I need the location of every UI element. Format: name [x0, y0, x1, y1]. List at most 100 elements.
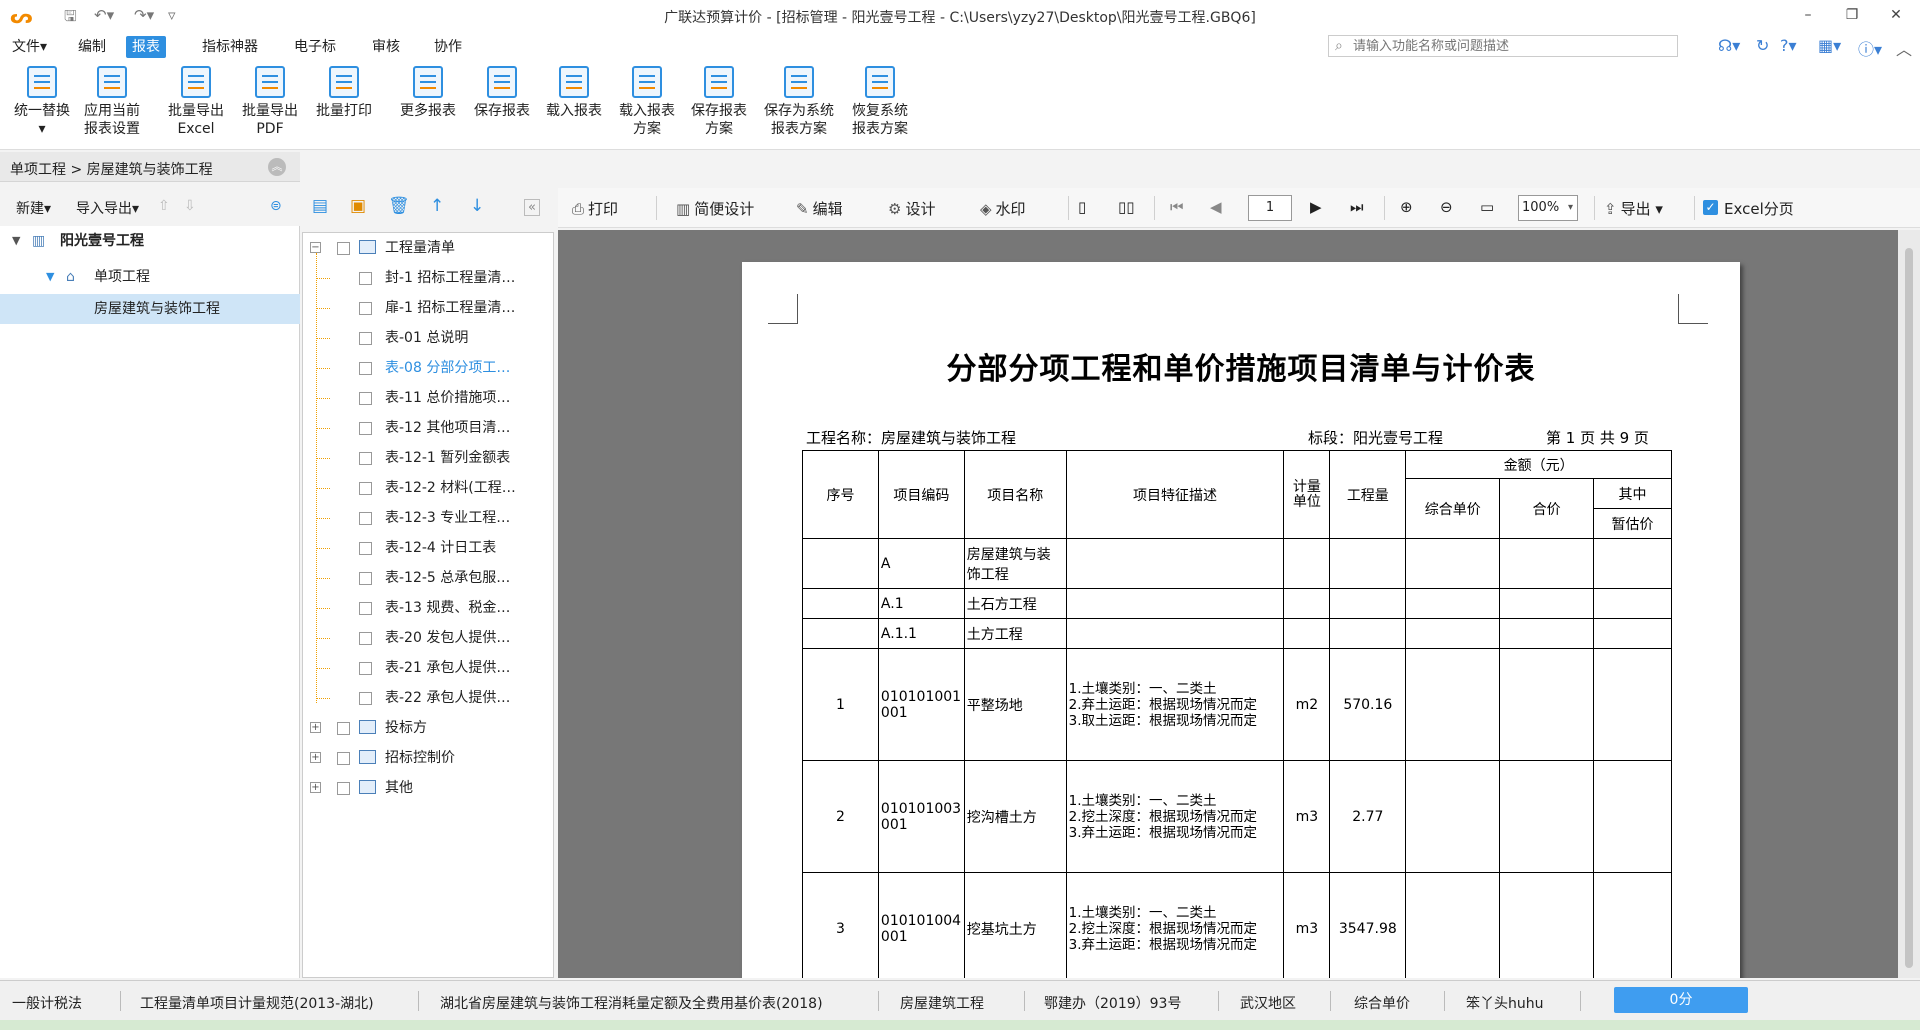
checkbox[interactable] [359, 692, 372, 705]
watermark-button[interactable]: ◈ 水印 [980, 198, 1026, 219]
collapse-icon[interactable]: − [310, 242, 321, 253]
checkbox[interactable] [359, 272, 372, 285]
new-button[interactable]: 新建▾ [16, 198, 51, 218]
report-group-bill[interactable]: − 工程量清单 [303, 233, 553, 263]
zoom-out-icon[interactable]: ⊖ [1440, 198, 1453, 216]
function-search[interactable]: ⌕ [1328, 35, 1678, 57]
batch-print-button[interactable]: 批量打印 [308, 64, 380, 148]
edit-button[interactable]: ✎ 编辑 [796, 198, 843, 219]
checkbox[interactable] [359, 662, 372, 675]
checkbox[interactable] [337, 782, 350, 795]
collapse-ribbon-icon[interactable]: ︿ [1896, 36, 1912, 60]
print-button[interactable]: ⎙ 打印 [572, 198, 618, 219]
info-icon[interactable]: ⓘ▾ [1858, 36, 1882, 60]
expand-down-icon[interactable]: ⊜ [270, 198, 282, 214]
expand-icon[interactable]: + [310, 722, 321, 733]
expand-icon[interactable]: + [310, 752, 321, 763]
next-page-icon[interactable]: ▶ [1310, 198, 1322, 216]
report-item[interactable]: 表-11 总价措施项… [303, 383, 553, 413]
report-group-bidder[interactable]: + 投标方 [303, 713, 553, 743]
checkbox[interactable] [359, 302, 372, 315]
arrow-down-icon[interactable]: ↓ [470, 196, 484, 216]
excel-paging-checkbox[interactable]: ✓ [1703, 200, 1718, 215]
save-report-button[interactable]: 保存报表 [466, 64, 538, 148]
load-report-scheme-button[interactable]: 载入报表 方案 [610, 64, 684, 148]
zoom-in-icon[interactable]: ⊕ [1400, 198, 1413, 216]
menu-e-bid[interactable]: 电子标 [288, 36, 342, 58]
menu-index-tool[interactable]: 指标神器 [196, 36, 264, 58]
checkbox[interactable] [359, 512, 372, 525]
report-item[interactable]: 表-12 其他项目清… [303, 413, 553, 443]
report-item[interactable]: 表-22 承包人提供… [303, 683, 553, 713]
menu-compile[interactable]: 编制 [72, 36, 112, 58]
single-page-icon[interactable]: ▯ [1078, 198, 1086, 216]
checkbox[interactable] [337, 752, 350, 765]
arrow-up-icon[interactable]: ↑ [430, 196, 444, 216]
batch-export-excel-button[interactable]: 批量导出 Excel [160, 64, 232, 148]
report-group-other[interactable]: + 其他 [303, 773, 553, 803]
checkbox[interactable] [359, 332, 372, 345]
restore-system-scheme-button[interactable]: 恢复系统 报表方案 [842, 64, 918, 148]
report-item[interactable]: 表-12-3 专业工程… [303, 503, 553, 533]
score-button[interactable]: 0分 [1614, 987, 1748, 1013]
refresh-icon[interactable]: ↻ [1756, 36, 1769, 55]
menu-report[interactable]: 报表 [126, 36, 166, 58]
save-report-scheme-button[interactable]: 保存报表 方案 [682, 64, 756, 148]
menu-collaborate[interactable]: 协作 [428, 36, 468, 58]
vertical-scrollbar[interactable] [1898, 230, 1920, 978]
checkbox[interactable] [359, 632, 372, 645]
restore-button[interactable]: ❐ [1838, 4, 1866, 26]
apps-grid-icon[interactable]: ▦▾ [1818, 36, 1841, 55]
import-export-button[interactable]: 导入导出▾ [76, 198, 139, 218]
more-reports-button[interactable]: 更多报表 [392, 64, 464, 148]
tree-single-project[interactable]: ▼ ⌂ 单项工程 [0, 262, 300, 292]
delete-icon[interactable]: 🗑 [388, 196, 410, 216]
report-item[interactable]: 表-13 规费、税金… [303, 593, 553, 623]
search-input[interactable] [1353, 37, 1673, 55]
last-page-icon[interactable]: ⏭ [1350, 198, 1364, 216]
apply-report-settings-button[interactable]: 应用当前 报表设置 [76, 64, 148, 148]
checkbox[interactable] [359, 362, 372, 375]
move-down-icon[interactable]: ⇩ [184, 198, 196, 214]
collapse-up-icon[interactable]: ︽ [268, 158, 286, 176]
export-button[interactable]: ⇪ 导出 ▾ [1604, 198, 1663, 219]
fit-page-icon[interactable]: ▭ [1480, 198, 1494, 216]
tree-root[interactable]: ▼ ▥ 阳光壹号工程 [0, 226, 300, 256]
checkbox[interactable] [359, 392, 372, 405]
report-item[interactable]: 表-12-4 计日工表 [303, 533, 553, 563]
batch-export-pdf-button[interactable]: 批量导出 PDF [234, 64, 306, 148]
report-item[interactable]: 表-20 发包人提供… [303, 623, 553, 653]
checkbox[interactable] [337, 242, 350, 255]
design-button[interactable]: ⚙ 设计 [888, 198, 935, 219]
save-as-system-scheme-button[interactable]: 保存为系统 报表方案 [756, 64, 842, 148]
prev-page-icon[interactable]: ◀ [1210, 198, 1222, 216]
tree-building-works[interactable]: 房屋建筑与装饰工程 [0, 294, 300, 324]
report-group-control-price[interactable]: + 招标控制价 [303, 743, 553, 773]
minimize-button[interactable]: – [1794, 4, 1822, 26]
checkbox[interactable] [359, 422, 372, 435]
page-number-input[interactable]: 1 [1248, 195, 1292, 221]
report-item[interactable]: 封-1 招标工程量清… [303, 263, 553, 293]
menu-audit[interactable]: 审核 [366, 36, 406, 58]
checkbox[interactable] [359, 572, 372, 585]
scroll-thumb[interactable] [1905, 248, 1913, 968]
checkbox[interactable] [359, 542, 372, 555]
first-page-icon[interactable]: ⏮ [1170, 198, 1184, 216]
report-item[interactable]: 表-08 分部分项工… [303, 353, 553, 383]
easy-design-button[interactable]: ▥ 简便设计 [676, 198, 754, 219]
checkbox[interactable] [359, 452, 372, 465]
add-report-icon[interactable]: ▤ [312, 196, 328, 216]
checkbox[interactable] [359, 482, 372, 495]
report-item[interactable]: 表-12-1 暂列金额表 [303, 443, 553, 473]
report-item[interactable]: 扉-1 招标工程量清… [303, 293, 553, 323]
collapse-left-icon[interactable]: « [524, 199, 540, 216]
close-button[interactable]: ✕ [1882, 4, 1910, 26]
report-item[interactable]: 表-12-5 总承包服… [303, 563, 553, 593]
two-page-icon[interactable]: ▯▯ [1118, 198, 1135, 216]
headset-icon[interactable]: ☊▾ [1718, 36, 1740, 55]
report-item[interactable]: 表-12-2 材料(工程… [303, 473, 553, 503]
zoom-select[interactable]: 100% ▾ [1518, 195, 1578, 221]
load-report-button[interactable]: 载入报表 [538, 64, 610, 148]
checkbox[interactable] [359, 602, 372, 615]
checkbox[interactable] [337, 722, 350, 735]
